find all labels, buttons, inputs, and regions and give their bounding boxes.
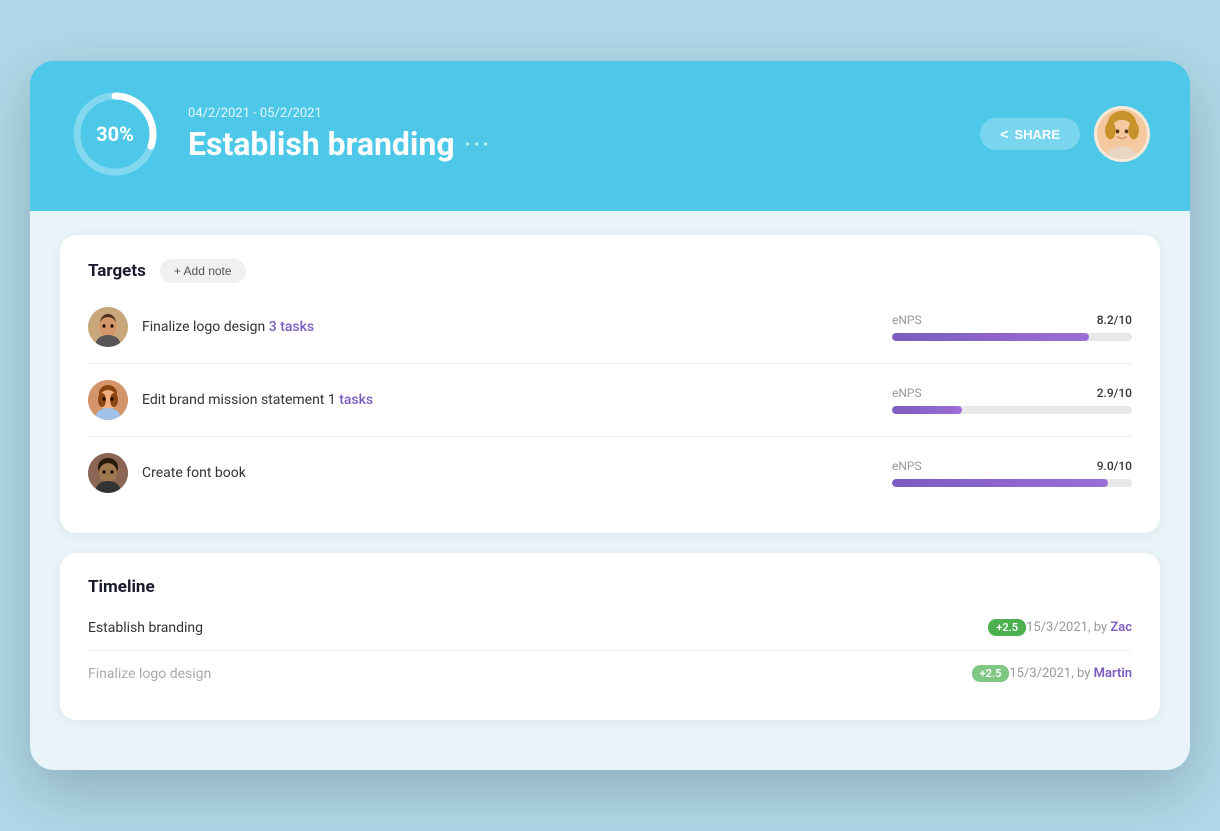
target-row: Finalize logo design 3 tasks eNPS 8.2/10 [88, 291, 1132, 364]
enps-bar-bg-3 [892, 479, 1132, 487]
target-text-1: Finalize logo design 3 tasks [142, 319, 892, 335]
title-dots: ··· [465, 132, 492, 156]
target-text-3: Create font book [142, 465, 892, 481]
progress-ring: 30% [70, 89, 160, 179]
share-button[interactable]: < SHARE [980, 118, 1080, 150]
timeline-badge-2: +2.5 [972, 665, 1010, 682]
enps-bar-fill-3 [892, 479, 1108, 487]
enps-bar-bg-2 [892, 406, 1132, 414]
target-row: Create font book eNPS 9.0/10 [88, 437, 1132, 509]
target-avatar-2 [88, 380, 128, 420]
timeline-label-2: Finalize logo design [88, 666, 962, 682]
enps-bar-fill-1 [892, 333, 1089, 341]
enps-value-2: 2.9/10 [1097, 386, 1132, 400]
timeline-row-2: Finalize logo design +2.5 15/3/2021, by … [88, 651, 1132, 696]
timeline-label-1: Establish branding [88, 620, 978, 636]
timeline-title: Timeline [88, 577, 155, 597]
progress-label: 30% [96, 122, 134, 146]
timeline-user-2: Martin [1094, 666, 1132, 681]
timeline-card: Timeline Establish branding +2.5 15/3/20… [60, 553, 1160, 720]
timeline-row-1: Establish branding +2.5 15/3/2021, by Za… [88, 605, 1132, 651]
enps-value-1: 8.2/10 [1097, 313, 1132, 327]
share-icon: < [1000, 126, 1008, 142]
main-content: Targets + Add note Finalize logo [30, 211, 1190, 770]
targets-card: Targets + Add note Finalize logo [60, 235, 1160, 533]
header-actions: < SHARE [980, 106, 1150, 162]
enps-section-1: eNPS 8.2/10 [892, 313, 1132, 341]
timeline-date-1: 15/3/2021, by Zac [1026, 620, 1132, 635]
target-link-2[interactable]: tasks [339, 392, 373, 408]
add-note-button[interactable]: + Add note [160, 259, 246, 283]
timeline-card-header: Timeline [88, 577, 1132, 597]
target-text-2: Edit brand mission statement 1 tasks [142, 392, 892, 408]
target-avatar-1 [88, 307, 128, 347]
timeline-badge-1: +2.5 [988, 619, 1026, 636]
avatar [1094, 106, 1150, 162]
enps-value-3: 9.0/10 [1097, 459, 1132, 473]
enps-section-3: eNPS 9.0/10 [892, 459, 1132, 487]
enps-label-3: eNPS [892, 459, 922, 473]
enps-bar-fill-2 [892, 406, 962, 414]
enps-label-2: eNPS [892, 386, 922, 400]
target-avatar-3 [88, 453, 128, 493]
target-link-1[interactable]: 3 tasks [269, 319, 314, 335]
timeline-date-2: 15/3/2021, by Martin [1009, 666, 1132, 681]
enps-section-2: eNPS 2.9/10 [892, 386, 1132, 414]
header-info: 04/2/2021 - 05/2/2021 Establish branding… [188, 106, 952, 163]
app-wrapper: 30% 04/2/2021 - 05/2/2021 Establish bran… [30, 61, 1190, 770]
targets-card-header: Targets + Add note [88, 259, 1132, 283]
header: 30% 04/2/2021 - 05/2/2021 Establish bran… [30, 61, 1190, 211]
header-date: 04/2/2021 - 05/2/2021 [188, 106, 952, 121]
enps-label-1: eNPS [892, 313, 922, 327]
header-title: Establish branding ··· [188, 125, 952, 163]
targets-title: Targets [88, 261, 146, 281]
enps-bar-bg-1 [892, 333, 1132, 341]
timeline-user-1: Zac [1110, 620, 1132, 635]
target-row: Edit brand mission statement 1 tasks eNP… [88, 364, 1132, 437]
